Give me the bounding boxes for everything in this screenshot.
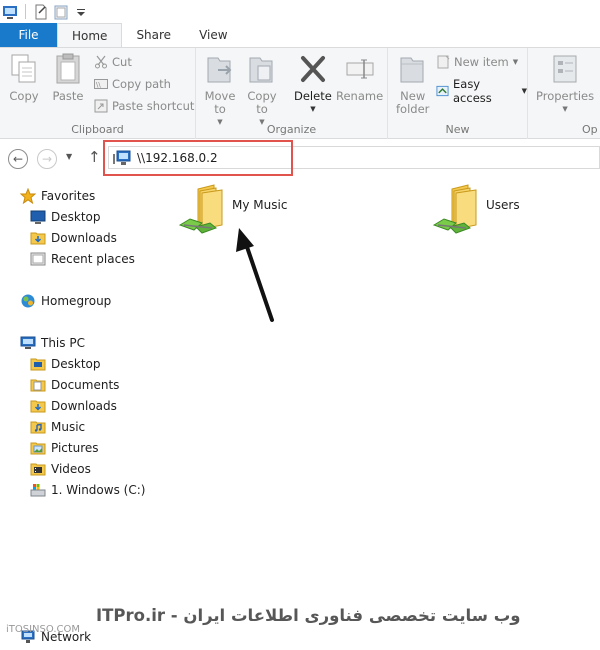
paste-button[interactable]: Paste [52,52,84,103]
copy-to-button[interactable]: Copy to ▼ [246,52,278,129]
pictures-folder-icon [30,440,46,456]
star-icon [20,188,36,204]
ribbon: Copy Paste Cut \\ Copy path Paste shortc… [0,47,600,139]
nav-pc-videos[interactable]: Videos [30,461,91,477]
address-bar-row: ← → ▼ ↑ \\192.168.0.2 [0,140,600,176]
folder-name: Users [486,198,520,212]
music-folder-icon [30,419,46,435]
shared-folder-icon [178,184,223,234]
forward-button[interactable]: → [37,149,57,169]
rename-button[interactable]: Rename [336,52,383,103]
downloads-folder-icon [30,230,46,246]
paste-icon [56,53,80,84]
nav-favorites[interactable]: Favorites [20,188,95,204]
easy-access-icon [436,85,449,97]
clipboard-group-label: Clipboard [71,123,124,136]
nav-pc-music[interactable]: Music [30,419,85,435]
copy-button[interactable]: Copy [8,52,40,103]
properties-button[interactable]: Properties ▼ [536,52,594,116]
paste-shortcut-button[interactable]: Paste shortcut [94,99,194,113]
ribbon-tabs: File Home Share View [0,23,600,47]
nav-fav-desktop[interactable]: Desktop [30,209,101,225]
quick-access-toolbar [0,0,600,23]
new-folder-button[interactable]: New folder [396,52,429,116]
easy-access-button[interactable]: Easy access ▼ [436,77,527,105]
new-item-button[interactable]: New item ▼ [436,55,518,69]
copy-icon [11,54,36,83]
properties-dropdown-icon: ▼ [562,105,568,113]
delete-button[interactable]: Delete ▼ [294,52,332,116]
folder-tile-users[interactable]: Users [430,183,520,235]
navigation-pane: Favorites Desktop Downloads Recent place… [0,177,158,650]
paste-shortcut-icon [94,99,108,113]
nav-pc-downloads[interactable]: Downloads [30,398,117,414]
organize-group-label: Organize [266,123,317,136]
clipboard-group: Copy Paste Cut \\ Copy path Paste shortc… [0,48,196,139]
watermark-text: ITPro.ir - وب سایت تخصصی فناوری اطلاعات … [96,606,521,625]
tab-file[interactable]: File [0,23,57,47]
svg-text:\\: \\ [96,81,101,89]
new-item-dropdown-icon: ▼ [512,58,519,66]
new-group-label: New [445,123,470,136]
nav-homegroup[interactable]: Homegroup [20,293,111,309]
tab-share[interactable]: Share [122,23,185,47]
nav-pc-windows-drive[interactable]: 1. Windows (C:) [30,482,145,498]
move-to-icon [207,57,232,83]
back-button[interactable]: ← [8,149,28,169]
properties-large-icon [553,55,577,83]
file-list: My Music Users [158,177,600,650]
back-arrow-icon: ← [12,152,24,166]
documents-folder-icon [30,377,46,393]
nav-fav-downloads[interactable]: Downloads [30,230,117,246]
shared-folder-icon [432,184,477,234]
folder-tile-my-music[interactable]: My Music [176,183,287,235]
desktop-icon [30,209,46,225]
file-explorer-window: File Home Share View Copy Paste Cut \\ C… [0,0,600,650]
easy-access-dropdown-icon: ▼ [521,87,527,95]
properties-icon[interactable] [2,4,18,20]
new-document-icon[interactable] [33,4,49,20]
drive-icon [30,482,46,498]
recent-locations-dropdown-icon[interactable]: ▼ [66,152,72,161]
forward-arrow-icon: → [41,152,53,166]
copy-path-button[interactable]: \\ Copy path [94,77,171,91]
copy-path-icon: \\ [94,79,108,89]
scissors-icon [95,55,107,69]
copy-to-icon [249,57,273,83]
organize-group: Move to ▼ Copy to ▼ Delete ▼ Rename Orga… [196,48,388,139]
homegroup-icon [20,293,36,309]
new-group: New folder New item ▼ Easy access ▼ New [388,48,528,139]
nav-pc-desktop[interactable]: Desktop [30,356,101,372]
new-item-icon [437,55,450,69]
folder-name: My Music [232,198,288,212]
up-arrow-icon[interactable]: ↑ [88,148,101,166]
move-to-button[interactable]: Move to ▼ [204,52,236,129]
toolbar-divider [25,4,26,19]
address-highlight-box [103,140,293,176]
delete-x-icon [300,56,325,82]
tab-home[interactable]: Home [57,23,123,47]
nav-pc-documents[interactable]: Documents [30,377,119,393]
open-group-label: Op [582,123,598,136]
cut-button[interactable]: Cut [94,55,132,69]
nav-pc-pictures[interactable]: Pictures [30,440,99,456]
nav-this-pc[interactable]: This PC [20,335,85,351]
rename-icon [346,59,374,79]
videos-folder-icon [30,461,46,477]
customize-icon[interactable] [73,4,89,20]
new-folder-icon[interactable] [53,4,69,20]
watermark-logo-text: iTOSINSO.COM [6,624,81,635]
open-group: Properties ▼ Op [528,48,600,139]
new-folder-large-icon [400,57,424,83]
delete-dropdown-icon: ▼ [310,105,316,113]
recent-places-icon [30,251,46,267]
tab-view[interactable]: View [185,23,241,47]
nav-fav-recent-places[interactable]: Recent places [30,251,135,267]
computer-icon [20,335,36,351]
desktop-folder-icon [30,356,46,372]
downloads-folder-icon [30,398,46,414]
